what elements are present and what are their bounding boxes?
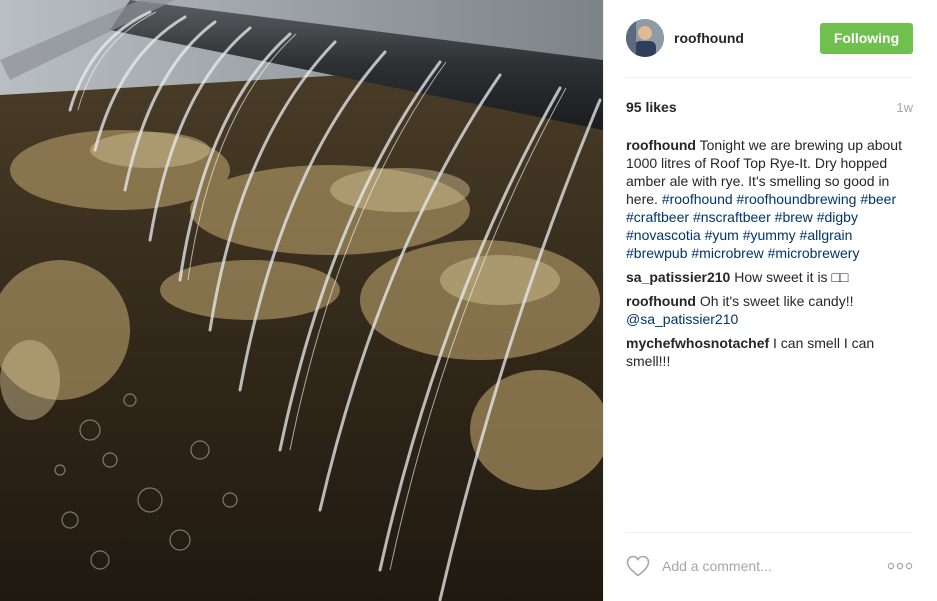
post-footer <box>626 552 913 580</box>
hashtag-link[interactable]: #allgrain <box>800 227 853 243</box>
header-username[interactable]: roofhound <box>674 30 820 46</box>
hashtag-link[interactable]: #novascotia <box>626 227 701 243</box>
add-comment-input[interactable] <box>660 557 887 575</box>
caption: roofhound Tonight we are brewing up abou… <box>626 136 913 262</box>
post-photo[interactable] <box>0 0 603 601</box>
comment-item: sa_patissier210 How sweet it is □□ <box>626 268 913 286</box>
post-header: roofhound Following <box>626 16 913 60</box>
post-meta: 95 likes 1w <box>626 97 913 117</box>
comment-username[interactable]: mychefwhosnotachef <box>626 335 769 351</box>
hashtag-link[interactable]: #nscraftbeer <box>693 209 771 225</box>
heart-outline-icon[interactable] <box>626 555 650 577</box>
comments-list: roofhound Tonight we are brewing up abou… <box>626 136 913 376</box>
avatar[interactable] <box>626 19 664 57</box>
brewing-photo-illustration <box>0 0 603 601</box>
hashtag-link[interactable]: #digby <box>817 209 858 225</box>
hashtag-link[interactable]: #roofhoundbrewing <box>737 191 857 207</box>
hashtag-link[interactable]: #beer <box>860 191 896 207</box>
comment-text: Oh it's sweet like candy!! <box>699 293 854 309</box>
more-options-icon[interactable] <box>887 561 913 571</box>
hashtag-link[interactable]: #brewpub <box>626 245 688 261</box>
footer-divider <box>626 532 913 533</box>
hashtag-link[interactable]: #brew <box>775 209 813 225</box>
hashtag-link[interactable]: #microbrewery <box>768 245 860 261</box>
comment-mention[interactable]: @sa_patissier210 <box>626 311 738 327</box>
comment-username[interactable]: roofhound <box>626 293 696 309</box>
comment-username[interactable]: sa_patissier210 <box>626 269 730 285</box>
instagram-post: roofhound Following 95 likes 1w roofhoun… <box>0 0 937 601</box>
hashtag-link[interactable]: #roofhound <box>662 191 733 207</box>
comment-item: mychefwhosnotachef I can smell I can sme… <box>626 334 913 370</box>
hashtag-link[interactable]: #yummy <box>743 227 796 243</box>
likes-count[interactable]: 95 likes <box>626 99 677 115</box>
post-time[interactable]: 1w <box>896 100 913 115</box>
avatar-icon <box>626 19 664 57</box>
comment-item: roofhound Oh it's sweet like candy!! @sa… <box>626 292 913 328</box>
following-button[interactable]: Following <box>820 22 913 54</box>
comment-text: How sweet it is □□ <box>734 269 849 285</box>
header-divider <box>626 77 913 78</box>
caption-username[interactable]: roofhound <box>626 137 696 153</box>
hashtag-link[interactable]: #craftbeer <box>626 209 689 225</box>
hashtag-link[interactable]: #yum <box>705 227 739 243</box>
caption-hashtags: #roofhound #roofhoundbrewing #beer #craf… <box>626 191 896 261</box>
post-side-panel: roofhound Following 95 likes 1w roofhoun… <box>603 0 937 601</box>
hashtag-link[interactable]: #microbrew <box>691 245 763 261</box>
